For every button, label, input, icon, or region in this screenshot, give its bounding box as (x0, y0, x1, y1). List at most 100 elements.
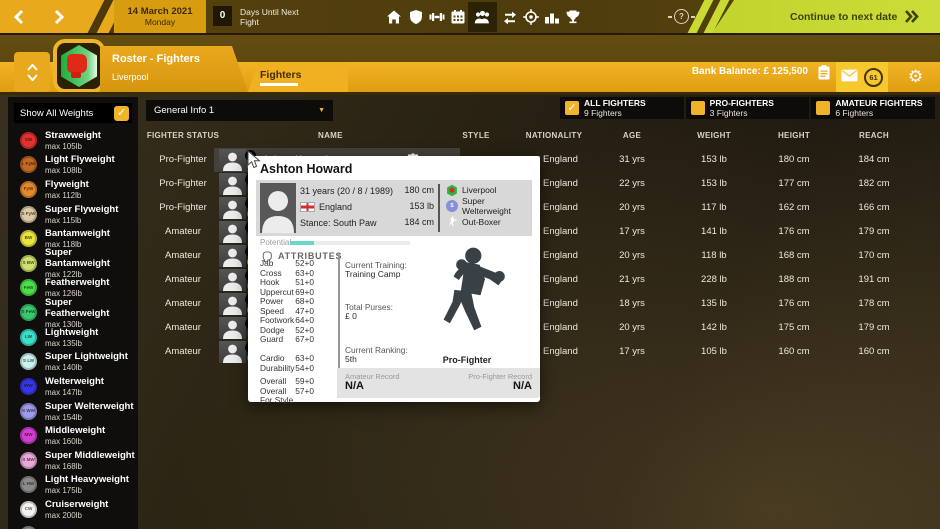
fighter-reach: 182 cm (839, 172, 909, 196)
filter-checkbox[interactable] (691, 101, 705, 115)
help-icon[interactable]: ? (668, 9, 695, 24)
settings-gear-icon[interactable]: ⚙ (908, 68, 923, 85)
info-view-dropdown[interactable]: General Info 1 ▼ (146, 100, 333, 121)
column-age[interactable]: AGE (597, 131, 667, 140)
pro-record-value: N/A (513, 380, 532, 392)
rankings-podium-icon[interactable] (544, 9, 561, 26)
attribute-name: Overall For Style (260, 387, 295, 397)
column-nationality[interactable]: NATIONALITY (514, 131, 594, 140)
popup-weight: 153 lb (386, 201, 434, 212)
weight-class-name: Super Middleweight (45, 450, 135, 461)
fighter-height: 177 cm (759, 172, 829, 196)
fighter-age: 18 yrs (597, 292, 667, 316)
forward-chevron-button[interactable] (50, 8, 68, 26)
weight-class-abbr: MW (24, 433, 32, 438)
column-fighter-status[interactable]: FIGHTER STATUS (123, 131, 243, 140)
boxer-style-icon (446, 216, 458, 229)
fighter-age: 20 yrs (597, 244, 667, 268)
weight-class-item[interactable]: HW Heavyweight (8, 522, 138, 529)
contracts-clipboard-icon[interactable] (816, 64, 832, 81)
tab-active-underline (260, 83, 298, 86)
popup-style: Out-Boxer (462, 217, 501, 227)
fighter-filter-button[interactable]: ALL FIGHTERS 9 Fighters (560, 97, 684, 119)
weight-class-item[interactable]: S WW Super Welterweight max 154lb (8, 399, 138, 424)
fighter-filter-button[interactable]: AMATEUR FIGHTERS 6 Fighters (811, 97, 935, 119)
training-dumbbell-icon[interactable] (429, 9, 446, 26)
fighter-age: 17 yrs (597, 220, 667, 244)
column-name[interactable]: NAME (318, 131, 378, 140)
top-bar: 14 March 2021 Monday 0 Days Until Next F… (0, 0, 940, 35)
fighter-reach: 179 cm (839, 316, 909, 340)
home-icon[interactable] (386, 9, 403, 26)
current-date: 14 March 2021 (114, 6, 206, 17)
potential-bar-fill (290, 241, 314, 245)
fighter-age: 22 yrs (597, 172, 667, 196)
weight-class-item[interactable]: S MW Super Middleweight max 168lb (8, 448, 138, 473)
fighter-filters: ALL FIGHTERS 9 Fighters PRO-FIGHTERS 3 F… (560, 97, 935, 119)
help-dash-left (668, 16, 672, 18)
attribute-row: Overall For Style 57+0 (260, 387, 314, 397)
weight-class-abbr: L HW (23, 482, 35, 487)
potential-bar (290, 241, 410, 245)
column-weight[interactable]: WEIGHT (679, 131, 749, 140)
club-shield-icon[interactable] (408, 9, 425, 26)
popup-reach: 184 cm (386, 217, 434, 228)
fighter-reach: 178 cm (839, 292, 909, 316)
weight-class-name: Light Heavyweight (45, 474, 129, 485)
mail-envelope-icon[interactable] (841, 69, 858, 82)
popup-weight-class-row: S Super Welterweight (446, 200, 532, 212)
column-reach[interactable]: REACH (839, 131, 909, 140)
filter-label: ALL FIGHTERS (584, 98, 646, 108)
filter-count: 9 Fighters (584, 108, 646, 118)
fighter-height: 188 cm (759, 268, 829, 292)
fighter-height: 175 cm (759, 316, 829, 340)
current-day: Monday (114, 17, 206, 27)
fighter-age: 20 yrs (597, 196, 667, 220)
mail-count-badge[interactable]: 61 (864, 68, 883, 87)
trophies-icon[interactable] (565, 9, 582, 26)
popup-club-row: Liverpool (446, 184, 497, 196)
calendar-icon[interactable] (450, 9, 467, 26)
show-all-weights-checkbox[interactable] (114, 106, 129, 121)
info-view-dropdown-value: General Info 1 (146, 105, 318, 116)
popup-attributes-divider (338, 254, 340, 368)
weight-class-name: Middleweight (45, 425, 105, 436)
continue-button[interactable]: Continue to next date (790, 0, 920, 33)
fighter-avatar (219, 317, 246, 339)
column-height[interactable]: HEIGHT (759, 131, 829, 140)
fighter-avatar (219, 293, 246, 315)
club-name: Liverpool (112, 72, 149, 82)
transfers-swap-icon[interactable] (502, 9, 519, 26)
fighter-filter-button[interactable]: PRO-FIGHTERS 3 Fighters (686, 97, 810, 119)
fighter-avatar (219, 173, 246, 195)
fighter-height: 168 cm (759, 244, 829, 268)
weight-class-max: max 200lb (45, 511, 108, 520)
attribute-row: Guard 67+0 (260, 335, 314, 345)
weight-class-item[interactable]: L HW Light Heavyweight max 175lb (8, 473, 138, 498)
roster-people-icon[interactable] (474, 9, 491, 26)
weight-class-item[interactable]: CW Cruiserweight max 200lb (8, 497, 138, 522)
boxing-manager-app: 14 March 2021 Monday 0 Days Until Next F… (0, 0, 940, 529)
attribute-name: Durability (260, 364, 295, 374)
fighter-height: 162 cm (759, 196, 829, 220)
filter-checkbox[interactable] (565, 101, 579, 115)
table-header-row: FIGHTER STATUS NAME STYLE NATIONALITY AG… (0, 131, 940, 145)
attribute-row: Durability 54+0 (260, 364, 314, 374)
back-chevron-button[interactable] (10, 8, 28, 26)
fighter-avatar (219, 245, 246, 267)
fighter-height: 160 cm (759, 340, 829, 364)
record-bar: Amateur Record N/A Pro-Fighter Record N/… (337, 368, 540, 398)
column-style[interactable]: STYLE (441, 131, 511, 140)
weight-class-item[interactable]: WW Welterweight max 147lb (8, 374, 138, 399)
tab-fighters[interactable]: Fighters (248, 62, 348, 92)
days-until-fight-count: 0 (213, 6, 232, 26)
filter-checkbox[interactable] (816, 101, 830, 115)
club-logo[interactable] (52, 38, 106, 94)
potential-label: Potential (260, 238, 291, 247)
collapse-sidebar-tab[interactable] (14, 52, 50, 92)
weight-class-item[interactable]: MW Middleweight max 160lb (8, 423, 138, 448)
scouting-target-icon[interactable] (523, 9, 540, 26)
popup-style-row: Out-Boxer (446, 216, 501, 228)
weight-class-max: max 140lb (45, 363, 128, 372)
fighter-reach: 191 cm (839, 268, 909, 292)
